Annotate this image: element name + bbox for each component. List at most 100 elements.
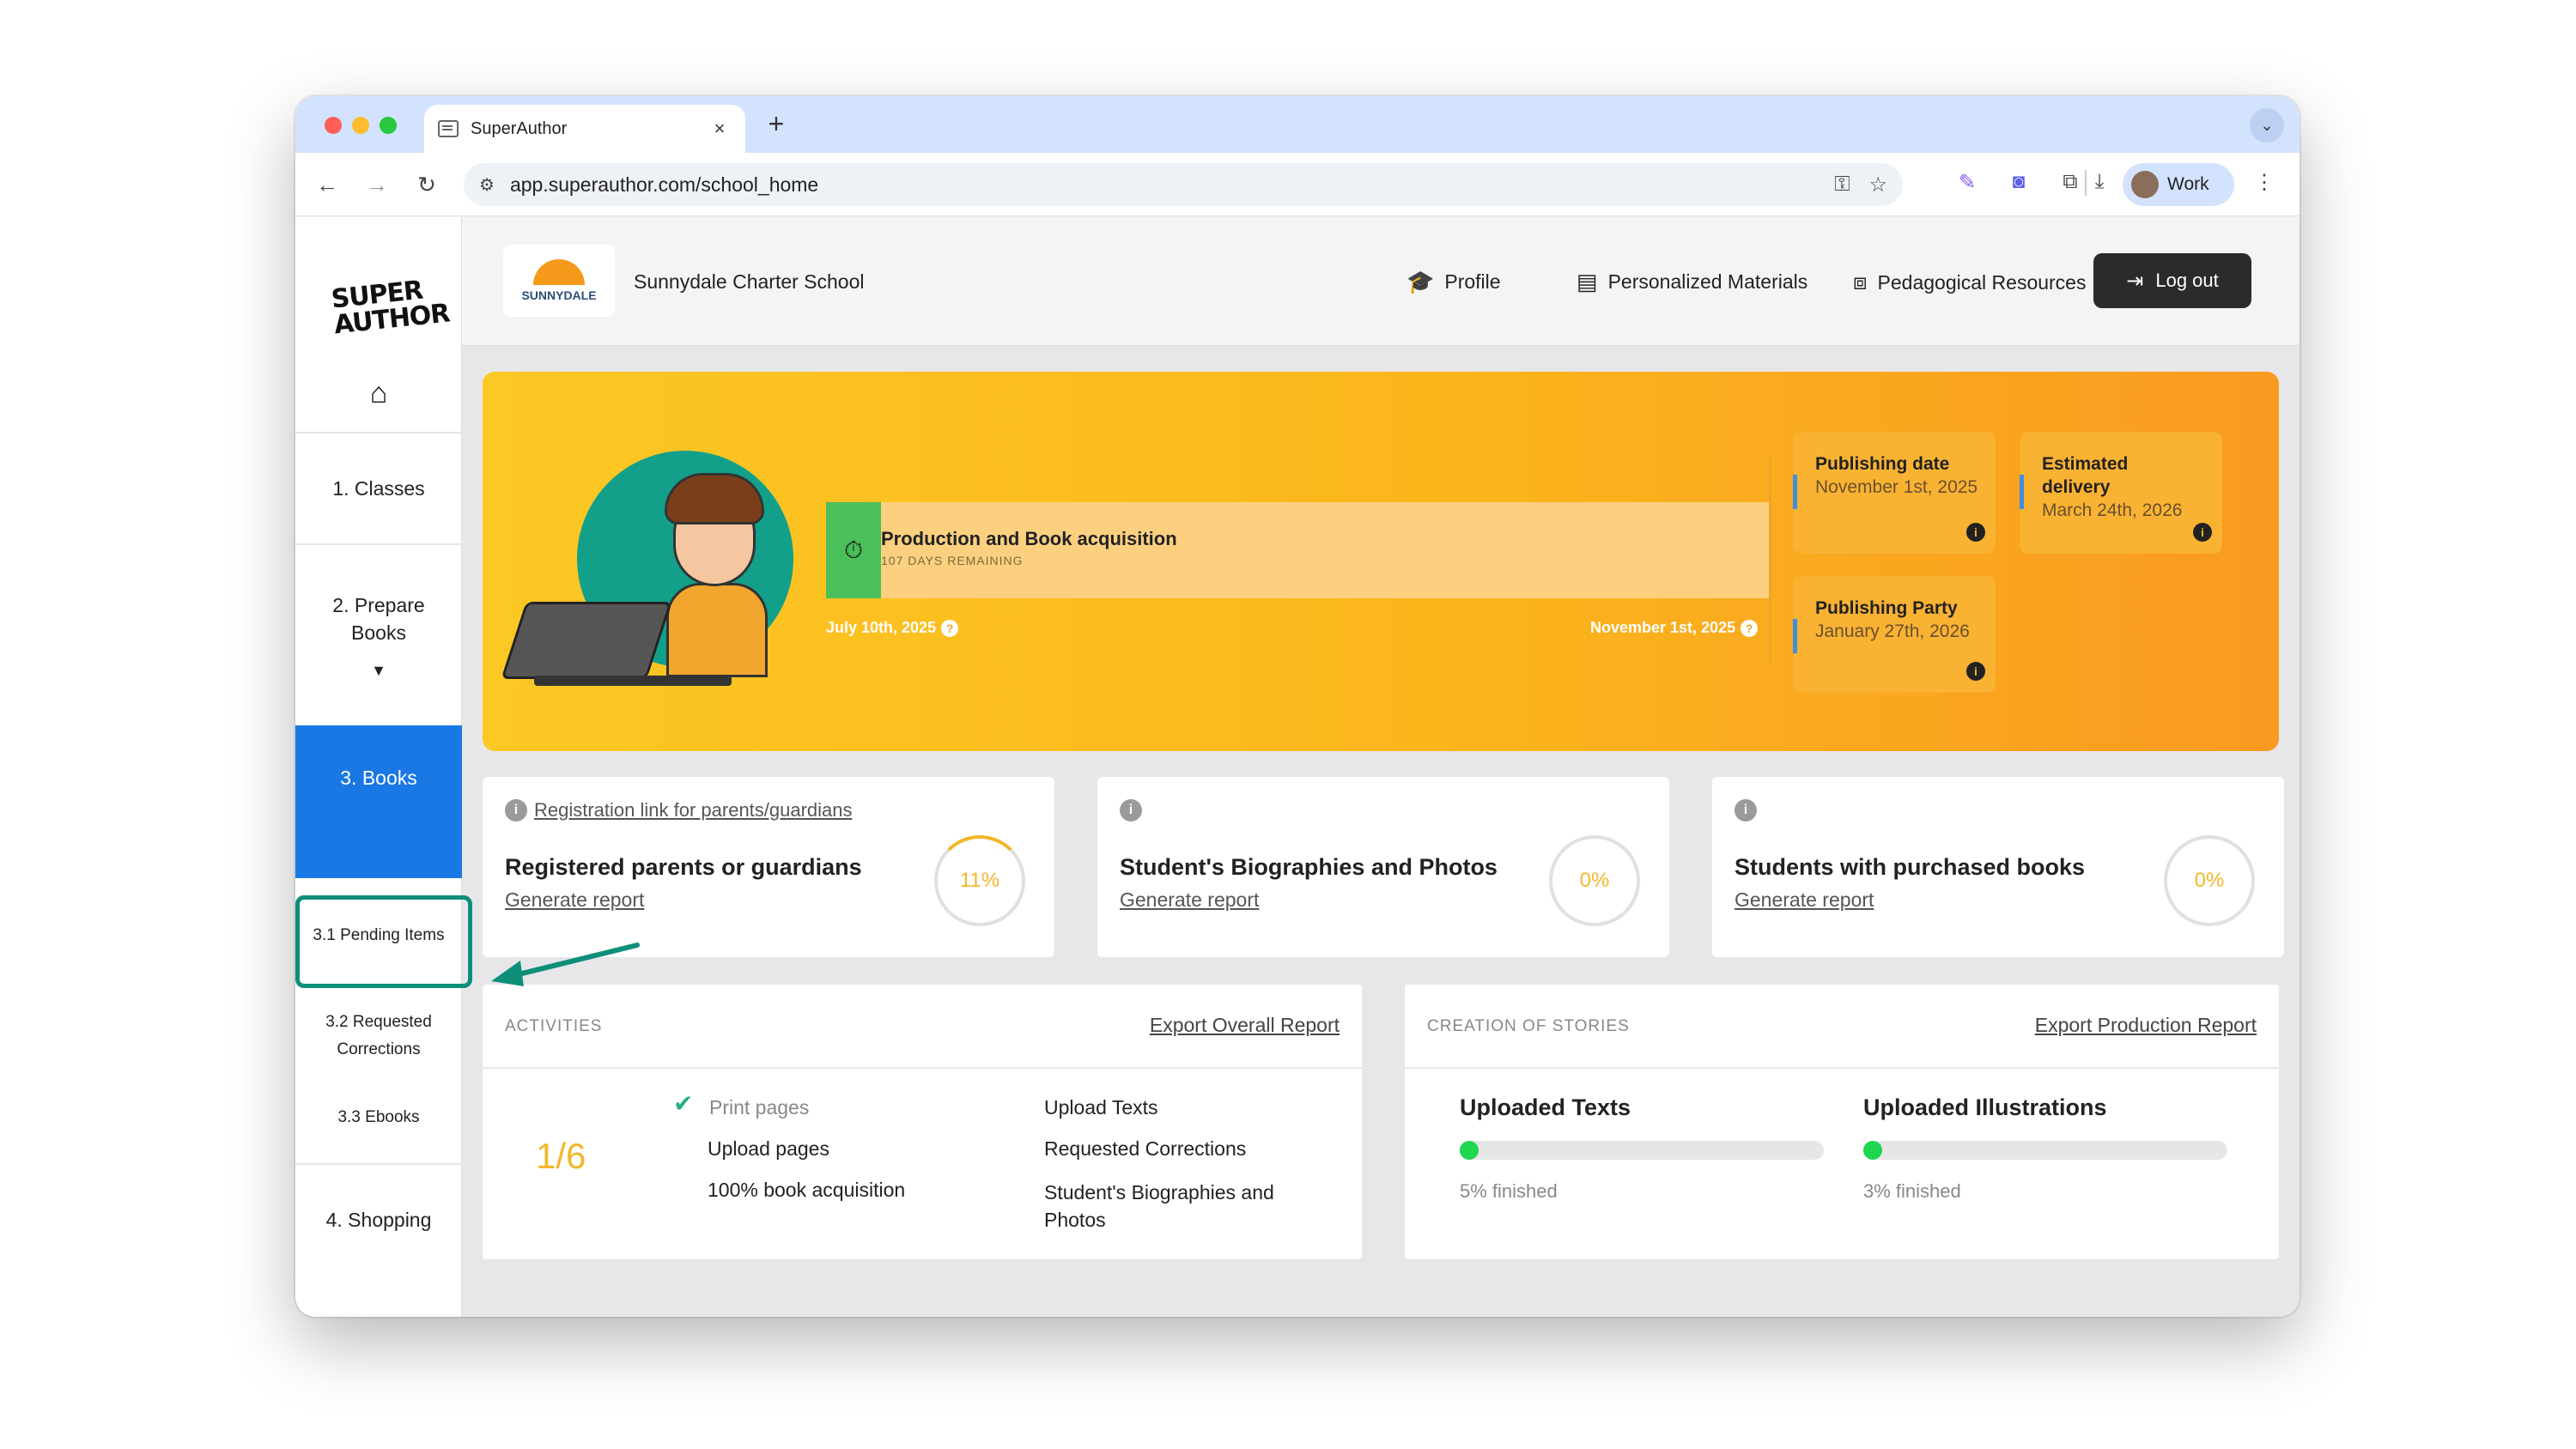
activity-item: Print pages xyxy=(709,1096,810,1119)
generate-report-link[interactable]: Generate report xyxy=(505,888,644,912)
purchased-books-card: i Students with purchased books Generate… xyxy=(1712,777,2284,957)
page-header: SUNNYDALE Sunnydale Charter School 🎓 Pro… xyxy=(462,217,2300,346)
estimated-delivery-card: Estimated delivery March 24th, 2026 i xyxy=(2020,432,2222,554)
address-bar[interactable]: ⚙ app.superauthor.com/school_home ⚿ ☆ xyxy=(464,163,1903,206)
info-icon[interactable]: i xyxy=(1966,662,1985,681)
registered-parents-card: i Registration link for parents/guardian… xyxy=(483,777,1054,957)
info-icon[interactable]: i xyxy=(505,799,527,822)
extension-app-icon[interactable]: ◙ xyxy=(2004,170,2033,194)
registration-link[interactable]: Registration link for parents/guardians xyxy=(534,799,853,822)
reload-button[interactable]: ↻ xyxy=(410,168,443,201)
sidebar-item-label: 1. Classes xyxy=(332,476,425,500)
uploaded-texts-progress-text: 5% finished xyxy=(1460,1180,1558,1202)
biographies-card: i Student's Biographies and Photos Gener… xyxy=(1097,777,1669,957)
sun-icon xyxy=(533,259,585,285)
book-icon: ▤ xyxy=(1577,269,1598,294)
sidebar-item-books[interactable]: 3. Books xyxy=(295,725,462,878)
profile-link[interactable]: 🎓 Profile xyxy=(1406,269,1501,295)
sidebar-item-ebooks[interactable]: 3.3 Ebooks xyxy=(295,1108,462,1127)
activity-item: Requested Corrections xyxy=(1044,1137,1247,1160)
progress-ring: 0% xyxy=(2164,835,2255,926)
start-date-text: July 10th, 2025 xyxy=(826,619,937,636)
sidebar-item-shopping[interactable]: 4. Shopping xyxy=(295,1163,462,1275)
home-icon[interactable]: ⌂ xyxy=(364,377,393,410)
password-key-icon[interactable]: ⚿ xyxy=(1834,173,1850,197)
card-accent xyxy=(2020,475,2024,509)
sidebar-item-requested-corrections[interactable]: 3.2 Requested Corrections xyxy=(295,1009,462,1064)
laptop-base xyxy=(534,676,732,686)
browser-menu-icon[interactable]: ⋮ xyxy=(2250,170,2279,195)
sidebar-item-label: 3. Books xyxy=(340,766,417,789)
checkmark-icon: ✔ xyxy=(673,1090,694,1117)
download-icon[interactable]: ⤓ xyxy=(2085,170,2114,194)
sidebar: SUPER AUTHOR ⌂ 1. Classes 2. Prepare Boo… xyxy=(295,217,462,1317)
info-icon[interactable]: i xyxy=(2193,523,2212,542)
uploaded-texts-progress-bar xyxy=(1460,1141,1824,1160)
url-text[interactable]: app.superauthor.com/school_home xyxy=(510,173,1815,197)
site-info-icon[interactable]: ⚙ xyxy=(479,174,495,196)
logout-icon: ⇥ xyxy=(2126,269,2144,293)
sidebar-item-classes[interactable]: 1. Classes xyxy=(295,432,462,543)
info-icon[interactable]: i xyxy=(1735,799,1757,822)
profile-chip[interactable]: Work xyxy=(2123,163,2234,206)
superauthor-logo[interactable]: SUPER AUTHOR xyxy=(330,276,451,349)
generate-report-link[interactable]: Generate report xyxy=(1735,888,1874,912)
maximize-window-button[interactable] xyxy=(380,117,397,134)
new-tab-button[interactable]: + xyxy=(759,108,793,140)
card-label: Publishing date xyxy=(1815,454,1950,474)
browser-tab[interactable]: SuperAuthor × xyxy=(424,105,745,153)
minimize-window-button[interactable] xyxy=(352,117,369,134)
info-icon[interactable]: i xyxy=(1120,799,1142,822)
stories-header: CREATION OF STORIES Export Production Re… xyxy=(1405,985,2279,1069)
stat-title: Student's Biographies and Photos xyxy=(1120,854,1498,880)
pen-extension-icon[interactable]: ✎ xyxy=(1953,170,1982,195)
info-icon[interactable]: i xyxy=(1966,523,1985,542)
pedagogical-resources-label: Pedagogical Resources xyxy=(1877,270,2087,294)
uploaded-illustrations-progress-bar xyxy=(1863,1141,2227,1160)
activities-fraction: 1/6 xyxy=(536,1136,586,1176)
extensions-puzzle-icon[interactable]: ⧉ xyxy=(2056,170,2085,194)
card-label: Publishing Party xyxy=(1815,598,1958,618)
uploaded-texts-title: Uploaded Texts xyxy=(1460,1094,1631,1120)
publishing-party-card: Publishing Party January 27th, 2026 i xyxy=(1793,576,1996,693)
illustration-body xyxy=(666,583,768,677)
activity-item: 100% book acquisition xyxy=(708,1179,906,1201)
progress-fill xyxy=(1863,1141,1882,1160)
personalized-materials-label: Personalized Materials xyxy=(1607,270,1808,293)
publishing-date-card: Publishing date November 1st, 2025 i xyxy=(1793,432,1996,554)
pedagogical-resources-link[interactable]: ⧈ Pedagogical Resources xyxy=(1853,269,2086,296)
personalized-materials-link[interactable]: ▤ Personalized Materials xyxy=(1577,269,1807,295)
end-date-text: November 1st, 2025 xyxy=(1590,619,1736,636)
generate-report-link[interactable]: Generate report xyxy=(1120,888,1259,912)
activities-header: ACTIVITIES Export Overall Report xyxy=(483,985,1362,1069)
school-name: Sunnydale Charter School xyxy=(634,270,865,293)
bookmark-star-icon[interactable]: ☆ xyxy=(1868,173,1887,197)
teacher-board-icon: ⧈ xyxy=(1853,269,1868,294)
stories-caption: CREATION OF STORIES xyxy=(1427,1017,1630,1035)
timeline-bar xyxy=(826,502,1769,598)
tab-close-button[interactable]: × xyxy=(708,118,732,140)
close-window-button[interactable] xyxy=(325,117,342,134)
sidebar-item-prepare-books[interactable]: 2. Prepare Books ▼ xyxy=(295,543,462,725)
export-production-report-link[interactable]: Export Production Report xyxy=(2035,1014,2257,1037)
card-accent xyxy=(1793,475,1797,509)
logout-label: Log out xyxy=(2155,270,2219,291)
activity-item: Upload pages xyxy=(708,1137,829,1160)
progress-fill xyxy=(1460,1141,1479,1160)
creation-of-stories-panel: CREATION OF STORIES Export Production Re… xyxy=(1405,985,2279,1259)
forward-button[interactable]: → xyxy=(361,168,393,201)
phase-title: Production and Book acquisition xyxy=(881,528,1177,549)
export-overall-report-link[interactable]: Export Overall Report xyxy=(1150,1014,1340,1037)
profile-link-label: Profile xyxy=(1444,270,1501,293)
card-accent xyxy=(1793,619,1797,653)
timeline-banner: ⏱ Production and Book acquisition 107 DA… xyxy=(483,372,2279,751)
help-icon[interactable]: ? xyxy=(941,620,959,637)
tab-search-button[interactable]: ⌄ xyxy=(2250,108,2284,142)
help-icon[interactable]: ? xyxy=(1741,620,1759,637)
card-label: Estimated delivery xyxy=(2042,454,2129,497)
back-button[interactable]: ← xyxy=(311,168,343,201)
tab-title: SuperAuthor xyxy=(471,118,568,138)
tab-strip: SuperAuthor × + ⌄ xyxy=(295,96,2300,153)
logout-button[interactable]: ⇥ Log out xyxy=(2093,253,2251,308)
annotation-arrow xyxy=(491,943,640,986)
